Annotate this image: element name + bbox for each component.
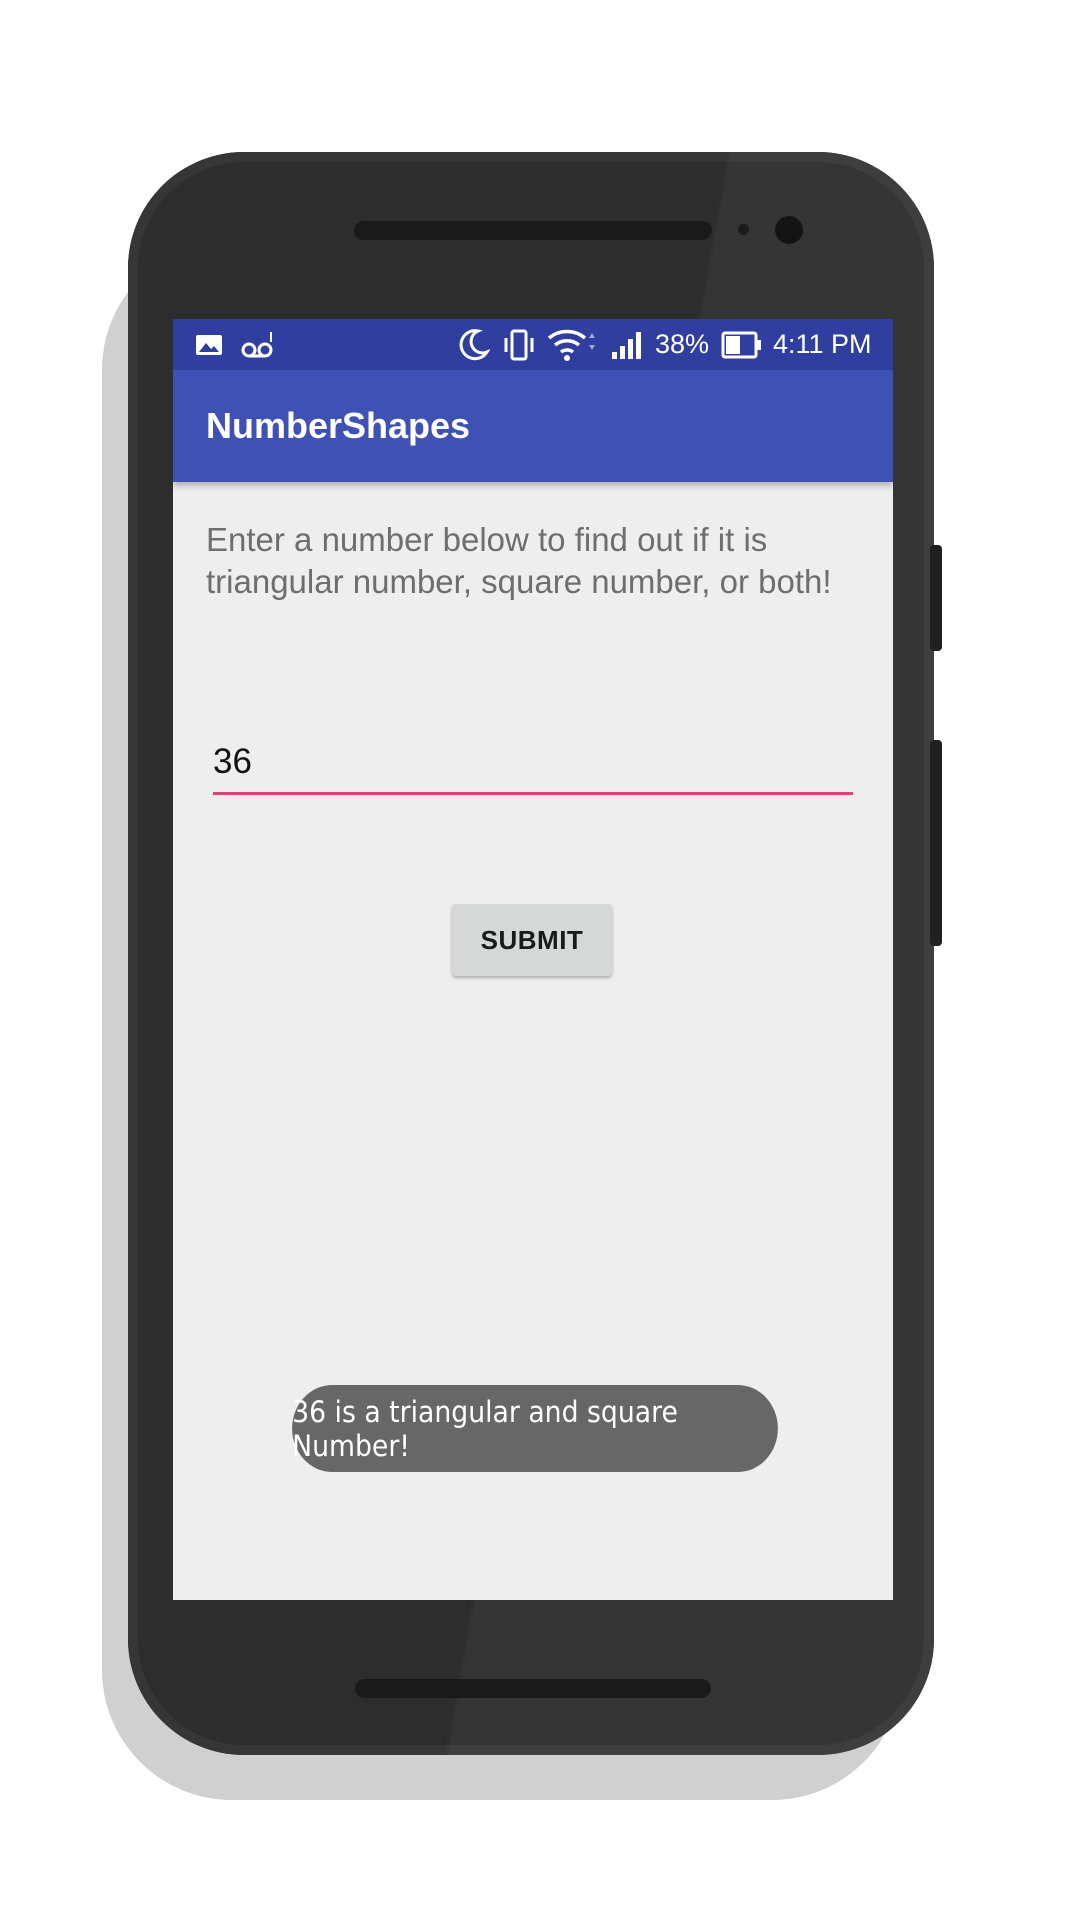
submit-button[interactable]: SUBMIT [452, 904, 612, 976]
do-not-disturb-moon-icon [456, 319, 490, 370]
instruction-text: Enter a number below to find out if it i… [206, 521, 832, 600]
number-input[interactable] [213, 732, 853, 795]
toast-message: 36 is a triangular and square Number! [292, 1394, 678, 1463]
front-camera [775, 216, 803, 244]
battery-percent: 38% [655, 329, 710, 359]
device-screen: 38% 4:11 PM NumberShapes Enter a number … [173, 319, 893, 1600]
bottom-speaker [355, 1679, 711, 1698]
volume-rocker[interactable] [930, 740, 942, 946]
earpiece-speaker [354, 221, 712, 240]
gallery-notification-icon [195, 319, 223, 370]
voicemail-icon [241, 319, 275, 370]
result-toast: 36 is a triangular and square Number! [292, 1385, 778, 1472]
vibrate-icon [501, 319, 537, 370]
wifi-icon [547, 319, 597, 370]
proximity-sensor [738, 224, 749, 235]
battery-icon [721, 319, 763, 370]
status-time: 4:11 PM [773, 329, 872, 359]
cell-signal-icon [610, 319, 646, 370]
status-bar: 38% 4:11 PM [173, 319, 893, 370]
app-title: NumberShapes [206, 405, 471, 446]
app-bar: NumberShapes [173, 370, 893, 482]
power-button[interactable] [930, 545, 942, 651]
